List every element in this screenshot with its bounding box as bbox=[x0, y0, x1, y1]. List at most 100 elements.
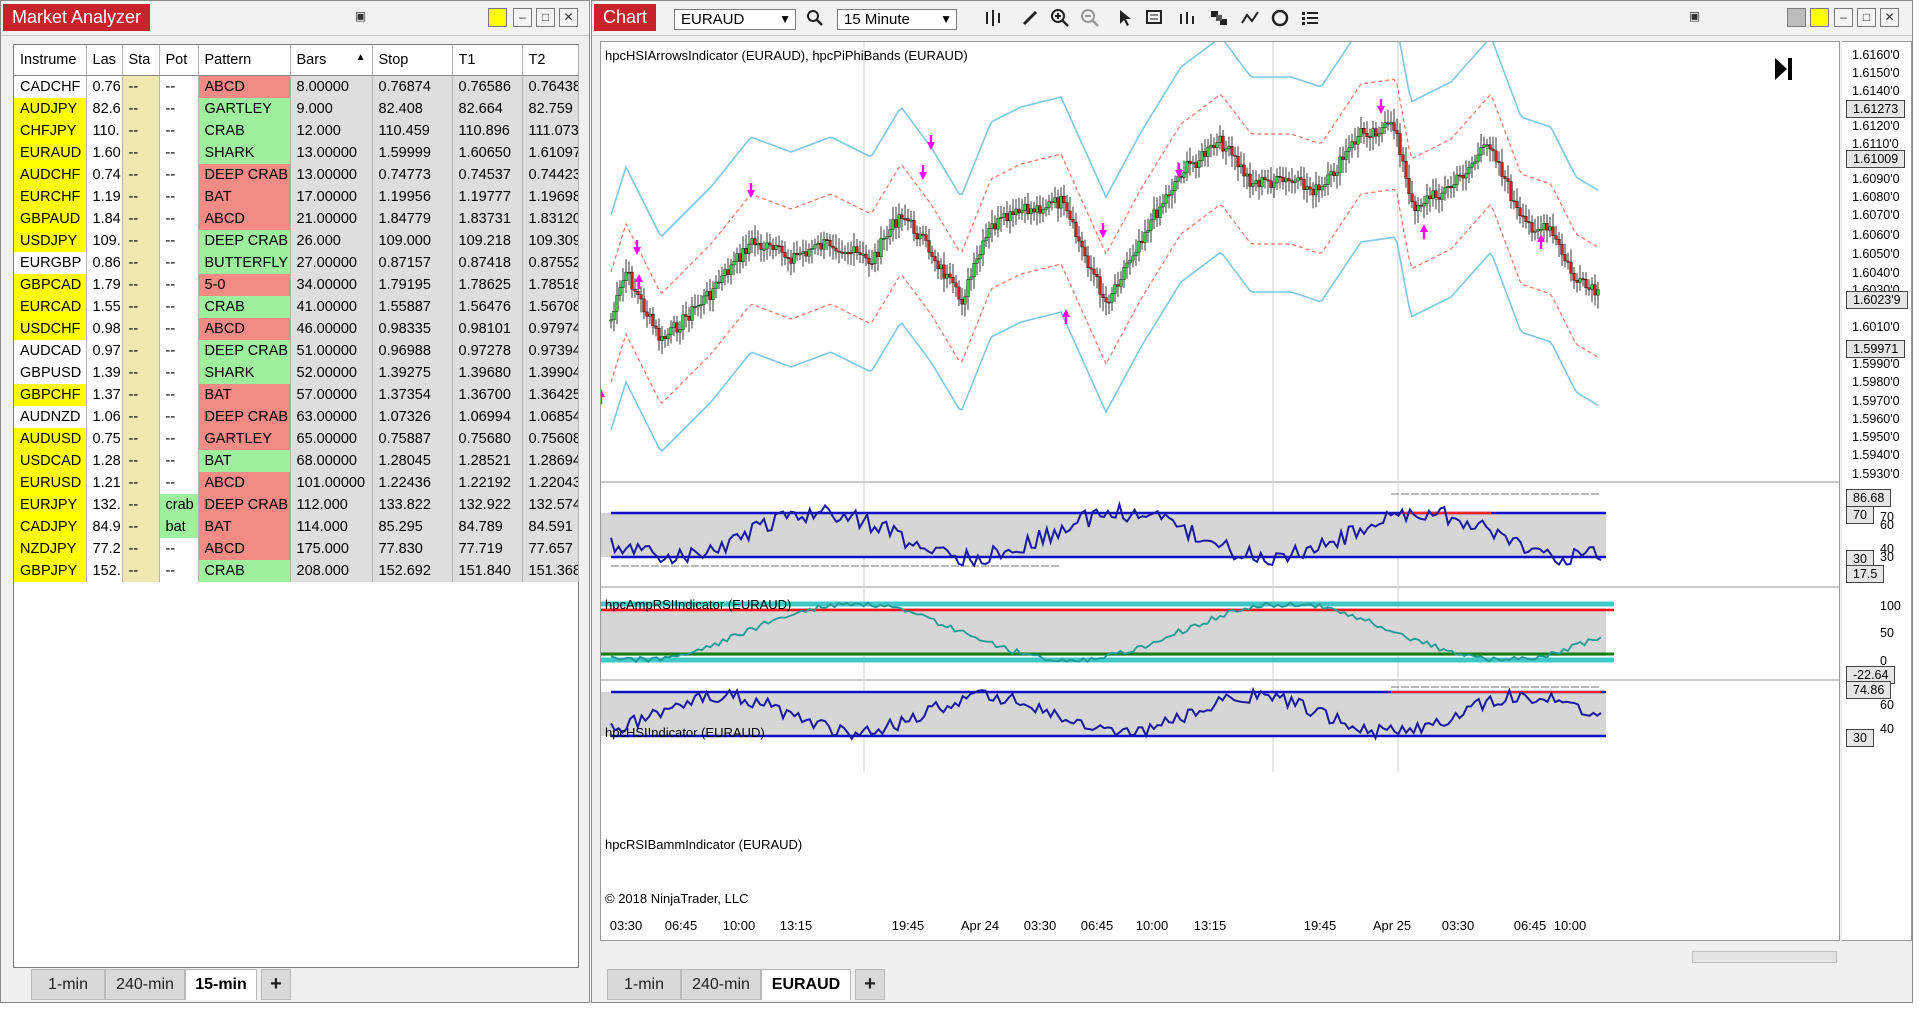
table-row[interactable]: GBPUSD 1.39 -- -- SHARK 52.00000 1.39275 1.3968… bbox=[14, 362, 579, 384]
candle-body bbox=[1311, 188, 1315, 196]
candle-body bbox=[621, 280, 625, 288]
link-color-icon[interactable] bbox=[488, 8, 507, 27]
chart-plot-area[interactable]: hpcHSIArrowsIndicator (EURAUD), hpcPiPhi… bbox=[600, 41, 1840, 941]
tab-1-min[interactable]: 1-min bbox=[31, 969, 105, 1000]
indicators-icon[interactable] bbox=[1174, 6, 1200, 30]
table-row[interactable]: AUDCHF 0.74 -- -- DEEP CRAB 13.00000 0.74773 0.… bbox=[14, 164, 579, 186]
signal-arrow-shaft bbox=[1379, 99, 1383, 106]
zoom-out-icon[interactable] bbox=[1077, 6, 1103, 30]
cell-t1: 1.83731 bbox=[452, 208, 523, 230]
window-pin-icon[interactable]: ▣ bbox=[351, 8, 370, 27]
cell-pattern: BAT bbox=[198, 186, 291, 208]
minimize-icon[interactable]: – bbox=[1834, 8, 1853, 27]
column-header-pattern[interactable]: Pattern bbox=[198, 45, 291, 76]
column-header-state[interactable]: Sta bbox=[122, 45, 160, 76]
tab-15-min[interactable]: 15-min bbox=[185, 969, 257, 1000]
window-pin-icon[interactable]: ▣ bbox=[1685, 8, 1704, 27]
data-box-icon[interactable] bbox=[1142, 6, 1168, 30]
tab-1-min[interactable]: 1-min bbox=[607, 969, 681, 1000]
column-header-pot[interactable]: Pot bbox=[159, 45, 199, 76]
market-analyzer-grid[interactable]: Instrume Las Sta Pot Pattern Bars ▲ Stop … bbox=[13, 44, 579, 968]
tab-euraud[interactable]: EURAUD bbox=[761, 969, 851, 1000]
maximize-icon[interactable]: □ bbox=[1857, 8, 1876, 27]
table-row[interactable]: USDJPY 109. -- -- DEEP CRAB 26.000 109.000 109.… bbox=[14, 230, 579, 252]
candle-body bbox=[1569, 261, 1573, 274]
draw-pencil-icon[interactable] bbox=[1017, 6, 1043, 30]
candle-body bbox=[1059, 195, 1063, 209]
zoom-in-icon[interactable] bbox=[1047, 6, 1073, 30]
table-row[interactable]: AUDNZD 1.06 -- -- DEEP CRAB 63.00000 1.07326 1.… bbox=[14, 406, 579, 428]
table-row[interactable]: AUDCAD 0.97 -- -- DEEP CRAB 51.00000 0.96988 0.… bbox=[14, 340, 579, 362]
time-axis-label: 10:00 bbox=[1135, 918, 1169, 933]
table-row[interactable]: CADJPY 84.9 -- bat BAT 114.000 85.295 84.789 84.… bbox=[14, 516, 579, 538]
candle-body bbox=[1428, 195, 1432, 199]
refresh-icon[interactable] bbox=[1267, 6, 1293, 30]
cell-state: -- bbox=[122, 318, 160, 340]
cell-t2: 0.75608 bbox=[522, 428, 579, 450]
minimize-icon[interactable]: – bbox=[513, 8, 532, 27]
close-icon[interactable]: ✕ bbox=[1880, 8, 1899, 27]
scroll-to-end-icon[interactable] bbox=[1771, 54, 1797, 84]
table-row[interactable]: USDCAD 1.28 -- -- BAT 68.00000 1.28045 1.28521 1… bbox=[14, 450, 579, 472]
column-header-t2[interactable]: T2 bbox=[522, 45, 579, 76]
bar-style-icon[interactable] bbox=[980, 6, 1006, 30]
table-row[interactable]: EURCAD 1.55 -- -- CRAB 41.00000 1.55887 1.56476… bbox=[14, 296, 579, 318]
price-axis[interactable]: 1.6160'0 1.6150'0 1.6140'0 1.6120'0 1.6110'0… bbox=[1842, 41, 1912, 941]
column-header-instrument[interactable]: Instrume bbox=[14, 45, 87, 76]
table-row[interactable]: CHFJPY 110. -- -- CRAB 12.000 110.459 110.896 11… bbox=[14, 120, 579, 142]
strategies-icon[interactable] bbox=[1206, 6, 1232, 30]
table-row[interactable]: AUDUSD 0.75 -- -- GARTLEY 65.00000 0.75887 0.75… bbox=[14, 428, 579, 450]
indicator-flag: 86.68 bbox=[1846, 489, 1892, 507]
close-icon[interactable]: ✕ bbox=[559, 8, 578, 27]
table-row[interactable]: EURJPY 132. -- crab DEEP CRAB 112.000 133.822 1… bbox=[14, 494, 579, 516]
time-axis-label: 06:45 bbox=[664, 918, 698, 933]
candle-body bbox=[1446, 185, 1450, 188]
table-row[interactable]: CADCHF 0.76 -- -- ABCD 8.00000 0.76874 0.76586 0… bbox=[14, 75, 579, 98]
search-icon[interactable] bbox=[802, 6, 828, 30]
cell-state: -- bbox=[122, 274, 160, 296]
candle-body bbox=[1275, 175, 1279, 184]
column-header-stop[interactable]: Stop bbox=[372, 45, 453, 76]
candle-body bbox=[1455, 174, 1459, 185]
candle-body bbox=[1557, 239, 1561, 245]
link-color-icon[interactable] bbox=[1810, 8, 1829, 27]
column-header-bars[interactable]: Bars ▲ bbox=[290, 45, 373, 76]
chart-scrollbar[interactable] bbox=[1692, 951, 1837, 963]
signal-arrow-shaft bbox=[1422, 232, 1426, 239]
table-row[interactable]: AUDJPY 82.6 -- -- GARTLEY 9.000 82.408 82.664 82… bbox=[14, 98, 579, 120]
table-row[interactable]: EURUSD 1.21 -- -- ABCD 101.00000 1.22436 1.2219… bbox=[14, 472, 579, 494]
table-row[interactable]: USDCHF 0.98 -- -- ABCD 46.00000 0.98335 0.98101… bbox=[14, 318, 579, 340]
cell-t2: 1.36425 bbox=[522, 384, 579, 406]
drawing-tools-icon[interactable] bbox=[1237, 6, 1263, 30]
table-row[interactable]: GBPCHF 1.37 -- -- BAT 57.00000 1.37354 1.36700 1… bbox=[14, 384, 579, 406]
cell-bars: 63.00000 bbox=[290, 406, 373, 428]
properties-list-icon[interactable] bbox=[1297, 6, 1323, 30]
cell-t1: 151.840 bbox=[452, 560, 523, 582]
bamm-panel-title: hpcRSIBammIndicator (EURAUD) bbox=[605, 837, 803, 852]
tab-240-min[interactable]: 240-min bbox=[105, 969, 185, 1000]
table-row[interactable]: EURGBP 0.86 -- -- BUTTERFLY 27.00000 0.87157 0.… bbox=[14, 252, 579, 274]
add-tab-button[interactable]: + bbox=[855, 969, 885, 1000]
market-analyzer-titlebar[interactable]: Market Analyzer ▣ – □ ✕ bbox=[1, 1, 589, 36]
table-row[interactable]: EURAUD 1.60 -- -- SHARK 13.00000 1.59999 1.6065… bbox=[14, 142, 579, 164]
chart-titlebar[interactable]: Chart EURAUD ▼ 15 Minute ▼ ▣ – □ ✕ bbox=[592, 1, 1912, 36]
pointer-icon[interactable] bbox=[1112, 6, 1138, 30]
column-header-last[interactable]: Las bbox=[86, 45, 123, 76]
maximize-icon[interactable]: □ bbox=[536, 8, 555, 27]
tab-240-min[interactable]: 240-min bbox=[681, 969, 761, 1000]
cell-bars: 27.00000 bbox=[290, 252, 373, 274]
cell-pattern: SHARK bbox=[198, 142, 291, 164]
time-axis[interactable]: 03:30 06:45 10:00 13:15 19:45 Apr 24 03:30 06:4… bbox=[600, 906, 1840, 940]
instrument-selector[interactable]: EURAUD ▼ bbox=[674, 9, 796, 30]
add-tab-button[interactable]: + bbox=[261, 969, 291, 1000]
table-row[interactable]: GBPAUD 1.84 -- -- ABCD 21.00000 1.84779 1.83731… bbox=[14, 208, 579, 230]
table-row[interactable]: EURCHF 1.19 -- -- BAT 17.00000 1.19956 1.19777 1… bbox=[14, 186, 579, 208]
cell-stop: 0.87157 bbox=[372, 252, 453, 274]
table-row[interactable]: NZDJPY 77.2 -- -- ABCD 175.000 77.830 77.719 77.… bbox=[14, 538, 579, 560]
table-row[interactable]: GBPCAD 1.79 -- -- 5-0 34.00000 1.79195 1.78625 1… bbox=[14, 274, 579, 296]
time-axis-label: 06:45 bbox=[1080, 918, 1114, 933]
interval-selector[interactable]: 15 Minute ▼ bbox=[837, 9, 957, 30]
table-row[interactable]: GBPJPY 152. -- -- CRAB 208.000 152.692 151.840 1… bbox=[14, 560, 579, 582]
column-header-t1[interactable]: T1 bbox=[452, 45, 523, 76]
link-gray-icon[interactable] bbox=[1787, 8, 1806, 27]
